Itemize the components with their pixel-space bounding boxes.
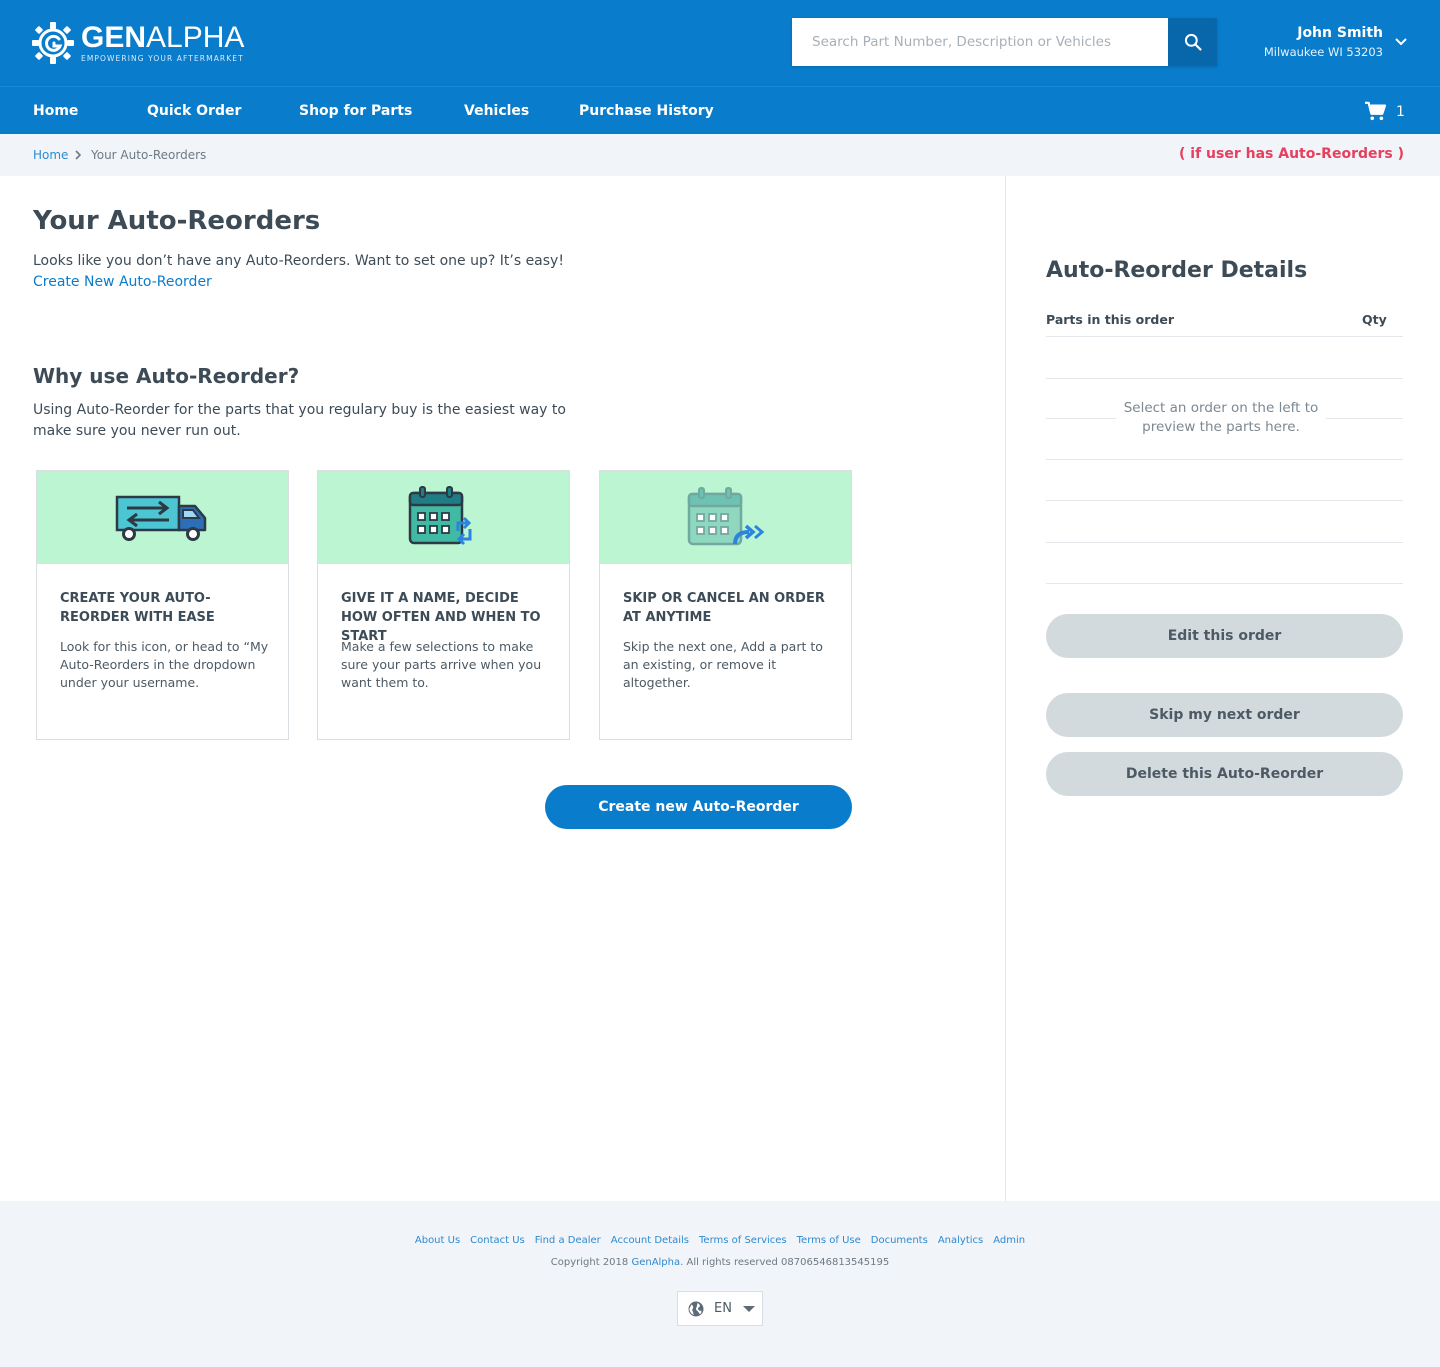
details-title: Auto-Reorder Details [1046,258,1308,283]
chevron-right-icon [75,150,82,160]
globe-icon [688,1301,704,1316]
why-section-text: Using Auto-Reorder for the parts that yo… [33,402,566,439]
breadcrumb-home[interactable]: Home [33,148,68,162]
search-icon [1184,33,1202,51]
logo-wordmark: GENALPHA [81,21,245,54]
feature-card-create: Create your Auto-Reorder with ease Look … [36,470,289,740]
nav-vehicles[interactable]: Vehicles [464,103,529,119]
nav-purchase-history[interactable]: Purchase History [579,103,714,119]
row-divider [1046,500,1403,501]
page-title: Your Auto-Reorders [33,206,321,236]
empty-state-message: Looks like you don’t have any Auto-Reord… [33,253,564,269]
feature-card-skip: Skip or cancel an order at anytime Skip … [599,470,852,740]
column-header-parts: Parts in this order [1046,312,1175,327]
annotation-note: ( if user has Auto-Reorders ) [1179,146,1404,162]
why-section-title: Why use Auto-Reorder? [33,364,300,388]
card-description: Skip the next one, Add a part to an exis… [623,639,823,690]
skip-next-order-button[interactable]: Skip my next order [1046,693,1403,737]
card-banner [600,471,851,564]
footer-link-account-details[interactable]: Account Details [611,1235,689,1246]
card-banner [37,471,288,564]
create-auto-reorder-link[interactable]: Create New Auto-Reorder [33,274,212,290]
breadcrumb: Home Your Auto-Reorders ( if user has Au… [0,134,1440,176]
search-input[interactable] [792,18,1168,66]
card-title: Create your Auto-Reorder with ease [60,591,215,625]
gear-logo-icon [32,22,74,64]
row-divider [1046,378,1403,379]
shopping-cart-icon [1365,101,1386,121]
nav-quick-order[interactable]: Quick Order [147,103,241,119]
card-description: Make a few selections to make sure your … [341,639,542,690]
breadcrumb-current: Your Auto-Reorders [91,148,207,162]
column-divider [1005,176,1006,1201]
search-button[interactable] [1168,18,1217,66]
create-auto-reorder-button[interactable]: Create new Auto-Reorder [545,785,852,829]
main-nav: Home Quick Order Shop for Parts Vehicles… [0,86,1440,134]
skip-calendar-icon [687,486,764,545]
details-empty-note: Select an order on the left to preview t… [1116,399,1326,437]
column-header-qty: Qty [1362,312,1387,327]
search-bar [792,18,1217,66]
row-divider [1046,459,1403,460]
card-title: Skip or cancel an order at anytime [623,591,825,625]
footer-link-analytics[interactable]: Analytics [938,1235,983,1246]
logo-tagline: EMPOWERING YOUR AFTERMARKET [81,54,244,63]
chevron-down-icon [1395,38,1407,46]
footer-link-find-dealer[interactable]: Find a Dealer [535,1235,601,1246]
footer-link-terms-of-use[interactable]: Terms of Use [797,1235,861,1246]
user-location: Milwaukee WI 53203 [1263,45,1383,59]
user-name: John Smith [1297,25,1383,41]
nav-shop-for-parts[interactable]: Shop for Parts [299,103,412,119]
card-banner [318,471,569,564]
row-divider [1046,583,1403,584]
recurring-calendar-icon [408,485,471,545]
row-divider [1046,336,1403,337]
truck-icon [115,495,206,541]
feature-card-schedule: Give it a name, decide how often and whe… [317,470,570,740]
row-divider [1046,542,1403,543]
copyright: Copyright 2018 GenAlpha. All rights rese… [550,1257,890,1268]
genalpha-logo[interactable]: GENALPHA EMPOWERING YOUR AFTERMARKET [32,20,244,66]
cart-button[interactable]: 1 [1364,101,1405,121]
footer-link-terms-of-services[interactable]: Terms of Services [699,1235,787,1246]
caret-down-icon [742,1305,755,1312]
top-header: GENALPHA EMPOWERING YOUR AFTERMARKET Joh… [0,0,1440,86]
copyright-brand[interactable]: GenAlpha [631,1257,680,1268]
cart-count: 1 [1396,104,1405,120]
language-selector[interactable]: EN [677,1291,763,1326]
footer: About Us Contact Us Find a Dealer Accoun… [0,1201,1440,1367]
footer-link-contact-us[interactable]: Contact Us [470,1235,525,1246]
footer-links: About Us Contact Us Find a Dealer Accoun… [0,1235,1440,1246]
delete-auto-reorder-button[interactable]: Delete this Auto-Reorder [1046,752,1403,796]
footer-link-about-us[interactable]: About Us [415,1235,460,1246]
nav-home[interactable]: Home [33,103,78,119]
user-menu[interactable]: John Smith Milwaukee WI 53203 [1250,24,1410,64]
footer-link-documents[interactable]: Documents [871,1235,928,1246]
footer-link-admin[interactable]: Admin [993,1235,1025,1246]
edit-order-button[interactable]: Edit this order [1046,614,1403,658]
card-description: Look for this icon, or head to “My Auto-… [60,639,269,690]
language-label: EN [714,1301,732,1316]
